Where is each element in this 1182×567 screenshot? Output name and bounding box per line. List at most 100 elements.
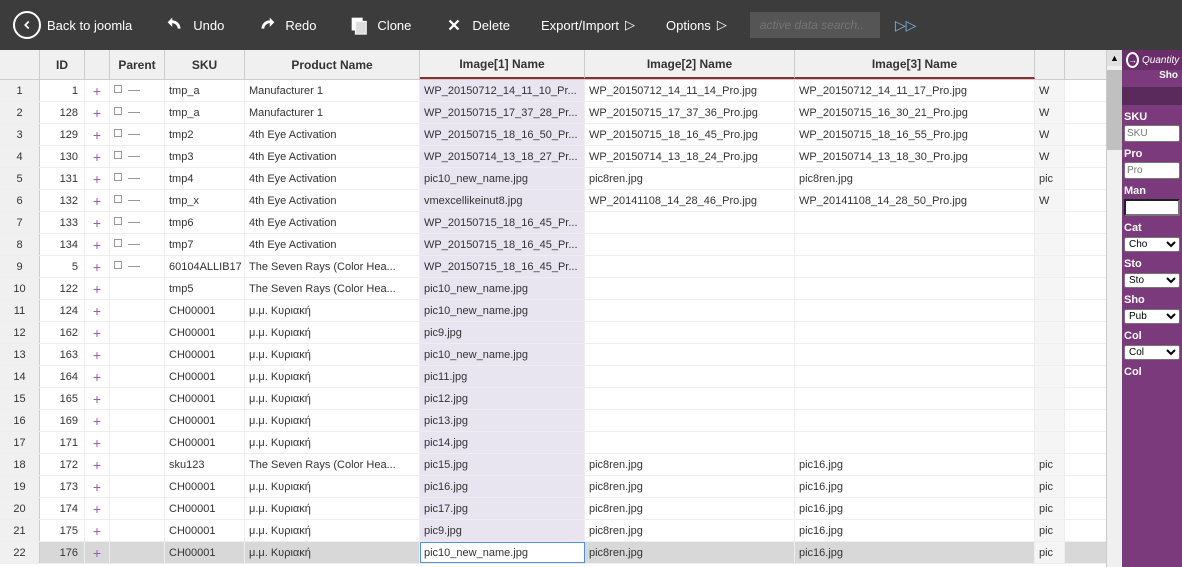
cell-image2[interactable]: pic8ren.jpg bbox=[585, 454, 795, 475]
row-number[interactable]: 8 bbox=[0, 234, 40, 255]
cell-image2[interactable]: pic8ren.jpg bbox=[585, 542, 795, 563]
cell-image2[interactable] bbox=[585, 410, 795, 431]
category-filter-select[interactable]: Cho bbox=[1124, 237, 1180, 252]
cell-id[interactable]: 176 bbox=[40, 542, 85, 563]
cell-product-name[interactable]: The Seven Rays (Color Hea... bbox=[245, 454, 420, 475]
cell-sku[interactable]: CH00001 bbox=[165, 322, 245, 343]
undo-button[interactable]: Undo bbox=[155, 8, 232, 42]
expand-icon[interactable]: + bbox=[85, 476, 110, 497]
cell-overflow[interactable]: pic bbox=[1035, 520, 1065, 541]
manufacturer-filter-input[interactable] bbox=[1124, 199, 1180, 216]
cell-image2[interactable]: WP_20150715_17_37_36_Pro.jpg bbox=[585, 102, 795, 123]
cell-image3[interactable] bbox=[795, 410, 1035, 431]
expand-icon[interactable]: + bbox=[85, 432, 110, 453]
table-row[interactable]: 15165+CH00001μ.μ. Κυριακήpic12.jpg bbox=[0, 388, 1106, 410]
tree-cell[interactable] bbox=[110, 520, 165, 541]
expand-icon[interactable]: + bbox=[85, 542, 110, 563]
product-filter-input[interactable] bbox=[1124, 162, 1180, 179]
tree-cell[interactable] bbox=[110, 278, 165, 299]
header-overflow[interactable] bbox=[1035, 50, 1065, 79]
cell-sku[interactable]: CH00001 bbox=[165, 432, 245, 453]
redo-button[interactable]: Redo bbox=[247, 8, 324, 42]
cell-image1[interactable]: pic11.jpg bbox=[420, 366, 585, 387]
cell-image2[interactable]: pic8ren.jpg bbox=[585, 476, 795, 497]
cell-sku[interactable]: 60104ALLIB17 bbox=[165, 256, 245, 277]
cell-sku[interactable]: tmp_x bbox=[165, 190, 245, 211]
cell-image1[interactable]: pic10_new_name.jpg bbox=[420, 168, 585, 189]
row-number[interactable]: 1 bbox=[0, 80, 40, 101]
cell-id[interactable]: 131 bbox=[40, 168, 85, 189]
cell-product-name[interactable]: Manufacturer 1 bbox=[245, 80, 420, 101]
tree-cell[interactable] bbox=[110, 212, 165, 233]
cell-image2[interactable]: WP_20150712_14_11_14_Pro.jpg bbox=[585, 80, 795, 101]
cell-image3[interactable] bbox=[795, 432, 1035, 453]
stock-filter-select[interactable]: Sto bbox=[1124, 273, 1180, 288]
cell-image3[interactable]: pic16.jpg bbox=[795, 476, 1035, 497]
cell-image3[interactable]: WP_20141108_14_28_50_Pro.jpg bbox=[795, 190, 1035, 211]
header-product-name[interactable]: Product Name bbox=[245, 50, 420, 79]
cell-id[interactable]: 174 bbox=[40, 498, 85, 519]
cell-id[interactable]: 128 bbox=[40, 102, 85, 123]
cell-image2[interactable] bbox=[585, 256, 795, 277]
cell-id[interactable]: 165 bbox=[40, 388, 85, 409]
cell-id[interactable]: 134 bbox=[40, 234, 85, 255]
table-row[interactable]: 10122+tmp5The Seven Rays (Color Hea...pi… bbox=[0, 278, 1106, 300]
cell-image3[interactable]: WP_20150712_14_11_17_Pro.jpg bbox=[795, 80, 1035, 101]
back-button[interactable]: Back to joomla bbox=[5, 6, 140, 44]
header-image2[interactable]: Image[2] Name bbox=[585, 50, 795, 79]
cell-product-name[interactable]: μ.μ. Κυριακή bbox=[245, 344, 420, 365]
tree-cell[interactable] bbox=[110, 476, 165, 497]
row-number[interactable]: 16 bbox=[0, 410, 40, 431]
cell-image3[interactable] bbox=[795, 212, 1035, 233]
cell-image3[interactable] bbox=[795, 278, 1035, 299]
table-row[interactable]: 7133+tmp64th Eye ActivationWP_20150715_1… bbox=[0, 212, 1106, 234]
cell-image1[interactable]: WP_20150715_17_37_28_Pr... bbox=[420, 102, 585, 123]
cell-image3[interactable] bbox=[795, 322, 1035, 343]
vertical-scrollbar[interactable]: ▲ bbox=[1106, 50, 1122, 567]
column-filter-select[interactable]: Col bbox=[1124, 345, 1180, 360]
cell-image1[interactable]: WP_20150712_14_11_10_Pr... bbox=[420, 80, 585, 101]
cell-product-name[interactable]: 4th Eye Activation bbox=[245, 146, 420, 167]
clone-button[interactable]: Clone bbox=[339, 8, 419, 42]
row-number[interactable]: 15 bbox=[0, 388, 40, 409]
expand-icon[interactable]: + bbox=[85, 190, 110, 211]
tree-cell[interactable] bbox=[110, 542, 165, 563]
cell-sku[interactable]: tmp6 bbox=[165, 212, 245, 233]
cell-image1[interactable]: pic17.jpg bbox=[420, 498, 585, 519]
cell-product-name[interactable]: μ.μ. Κυριακή bbox=[245, 300, 420, 321]
cell-image2[interactable] bbox=[585, 322, 795, 343]
cell-image3[interactable]: pic16.jpg bbox=[795, 454, 1035, 475]
header-tree[interactable]: Parent bbox=[110, 50, 165, 79]
cell-overflow[interactable]: pic bbox=[1035, 542, 1065, 563]
expand-icon[interactable]: + bbox=[85, 124, 110, 145]
cell-product-name[interactable]: 4th Eye Activation bbox=[245, 234, 420, 255]
cell-sku[interactable]: CH00001 bbox=[165, 366, 245, 387]
table-row[interactable]: 14164+CH00001μ.μ. Κυριακήpic11.jpg bbox=[0, 366, 1106, 388]
tree-cell[interactable] bbox=[110, 80, 165, 101]
row-number[interactable]: 11 bbox=[0, 300, 40, 321]
table-row[interactable]: 22176+CH00001μ.μ. Κυριακήpic10_new_name.… bbox=[0, 542, 1106, 564]
expand-icon[interactable]: + bbox=[85, 366, 110, 387]
cell-image1[interactable]: pic16.jpg bbox=[420, 476, 585, 497]
cell-product-name[interactable]: 4th Eye Activation bbox=[245, 168, 420, 189]
cell-product-name[interactable]: μ.μ. Κυριακή bbox=[245, 410, 420, 431]
table-row[interactable]: 13163+CH00001μ.μ. Κυριακήpic10_new_name.… bbox=[0, 344, 1106, 366]
scroll-thumb[interactable] bbox=[1107, 70, 1122, 150]
cell-image3[interactable] bbox=[795, 344, 1035, 365]
expand-icon[interactable]: + bbox=[85, 520, 110, 541]
row-number[interactable]: 18 bbox=[0, 454, 40, 475]
cell-overflow[interactable] bbox=[1035, 344, 1065, 365]
cell-overflow[interactable]: W bbox=[1035, 80, 1065, 101]
expand-icon[interactable]: + bbox=[85, 300, 110, 321]
cell-image1[interactable]: WP_20150715_18_16_45_Pr... bbox=[420, 212, 585, 233]
header-sku[interactable]: SKU bbox=[165, 50, 245, 79]
cell-image1[interactable]: pic14.jpg bbox=[420, 432, 585, 453]
cell-image2[interactable] bbox=[585, 366, 795, 387]
cell-image2[interactable] bbox=[585, 234, 795, 255]
table-row[interactable]: 18172+sku123The Seven Rays (Color Hea...… bbox=[0, 454, 1106, 476]
cell-sku[interactable]: CH00001 bbox=[165, 520, 245, 541]
expand-icon[interactable]: + bbox=[85, 234, 110, 255]
cell-id[interactable]: 171 bbox=[40, 432, 85, 453]
expand-icon[interactable]: + bbox=[85, 388, 110, 409]
cell-image1[interactable]: pic10_new_name.jpg bbox=[420, 278, 585, 299]
